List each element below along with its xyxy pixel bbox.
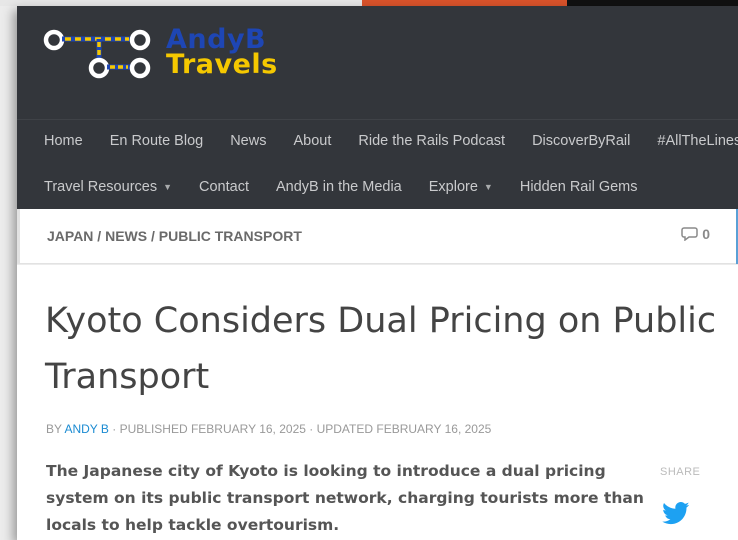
nav-about[interactable]: About: [293, 120, 331, 162]
article-title: Kyoto Considers Dual Pricing on Public T…: [45, 301, 717, 397]
article: Kyoto Considers Dual Pricing on Public T…: [17, 265, 738, 540]
share-label: SHARE: [660, 466, 701, 478]
nav-travel-resources-label: Travel Resources: [44, 179, 158, 195]
breadcrumb-bar: JAPAN / NEWS / PUBLIC TRANSPORT 0: [17, 209, 738, 264]
nav-andyb-in-the-media[interactable]: AndyB in the Media: [276, 166, 402, 208]
nav-contact[interactable]: Contact: [199, 166, 249, 208]
nav-hidden-rail-gems-label: Hidden Rail Gems: [519, 179, 638, 195]
article-byline: BY ANDY B · PUBLISHED FEBRUARY 16, 2025 …: [46, 422, 491, 436]
nav-ride-the-rails-podcast[interactable]: Ride the Rails Podcast: [358, 120, 505, 162]
comments-count: 0: [702, 226, 710, 242]
primary-nav: Home En Route Blog News About Ride the Rails…: [17, 119, 738, 164]
rail-map-logo: [43, 29, 151, 79]
nav-andyb-in-the-media-label: AndyB in the Media: [276, 179, 402, 195]
article-lead: The Japanese city of Kyoto is looking to…: [46, 462, 644, 534]
nav-en-route-blog[interactable]: En Route Blog: [110, 120, 204, 162]
byline-prefix: BY: [46, 422, 65, 436]
nav-news[interactable]: News: [230, 120, 266, 162]
nav-home[interactable]: Home: [44, 120, 83, 162]
nav-contact-label: Contact: [199, 179, 249, 195]
nav-explore[interactable]: Explore ▼: [429, 166, 493, 208]
chevron-down-icon: ▼: [483, 182, 493, 192]
nav-allthelinesby[interactable]: #AllTheLinesBy: [657, 120, 738, 162]
nav-travel-resources[interactable]: Travel Resources ▼: [44, 166, 172, 208]
secondary-nav: Travel Resources ▼ Contact AndyB in the Med…: [17, 166, 738, 209]
comments-link[interactable]: 0: [681, 226, 710, 244]
nav-hidden-rail-gems[interactable]: Hidden Rail Gems: [520, 166, 638, 208]
twitter-icon[interactable]: [662, 502, 690, 530]
breadcrumb[interactable]: JAPAN / NEWS / PUBLIC TRANSPORT: [47, 228, 302, 244]
speech-bubble-icon: [681, 226, 698, 244]
brand-line2: Travels: [166, 49, 278, 80]
nav-explore-label: Explore: [428, 179, 478, 195]
site-logo[interactable]: AndyB Travels: [43, 22, 303, 88]
author-link[interactable]: ANDY B: [64, 422, 108, 436]
byline-dates: · PUBLISHED FEBRUARY 16, 2025 · UPDATED …: [108, 422, 492, 436]
site-header: AndyB Travels Home En Route Blog News About…: [17, 6, 738, 209]
nav-discoverbyrail[interactable]: DiscoverByRail: [532, 120, 630, 162]
site-page: AndyB Travels Home En Route Blog News About…: [17, 6, 738, 540]
chevron-down-icon: ▼: [163, 182, 173, 192]
